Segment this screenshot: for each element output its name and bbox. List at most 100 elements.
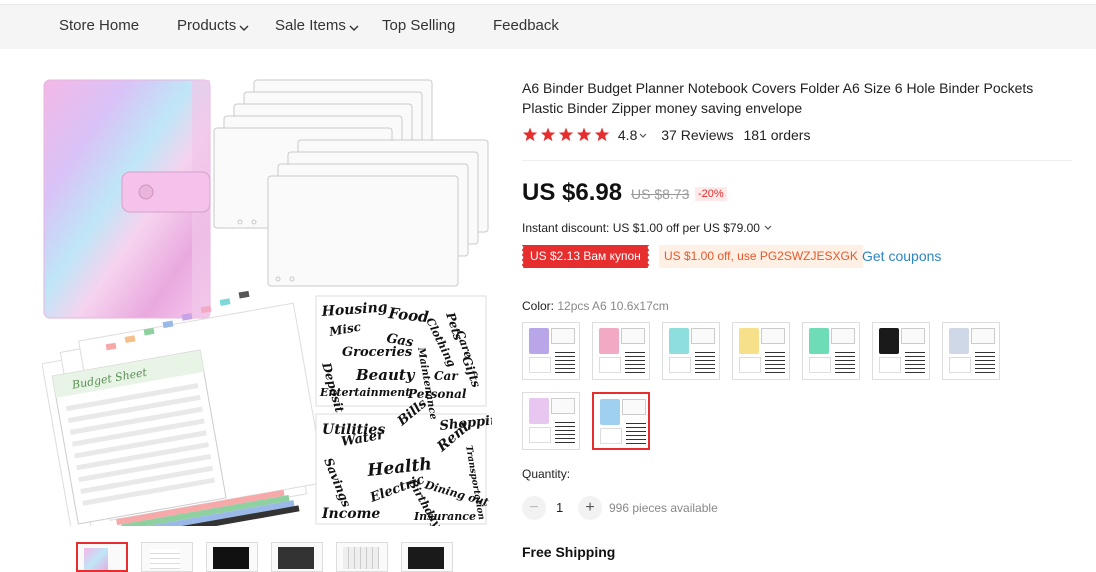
chevron-down-icon — [639, 133, 647, 138]
swatch-sheets — [600, 428, 622, 444]
nav-sale-items-label: Sale Items — [275, 17, 346, 34]
budget-sheets-illustration: Budget Sheet — [42, 290, 326, 526]
chevron-down-icon — [764, 225, 772, 230]
quantity-label: Quantity: — [522, 467, 571, 481]
swatch-stickers — [975, 349, 995, 375]
binder-illustration — [43, 79, 211, 319]
promo-code-coupon[interactable]: US $1.00 off, use PG2SWZJESXGK — [659, 245, 863, 268]
star-icon — [576, 127, 592, 142]
chevron-down-icon — [349, 25, 359, 31]
current-price: US $6.98 — [522, 179, 623, 206]
sticker-word: Groceries — [342, 345, 413, 360]
nav-products[interactable]: Products — [177, 17, 249, 34]
store-coupon[interactable]: US $2.13 Вам купон — [521, 245, 649, 268]
swatch-stickers — [625, 349, 645, 375]
star-icon — [558, 127, 574, 142]
thumbnail[interactable] — [206, 542, 258, 572]
swatch-binder — [949, 328, 969, 354]
swatch-sheets — [529, 427, 551, 443]
thumbnail[interactable] — [336, 542, 388, 572]
get-coupons-link[interactable]: Get coupons — [862, 248, 941, 264]
swatch-sheets — [669, 357, 691, 373]
swatch-pocket — [691, 328, 715, 344]
zipper-pockets-illustration — [213, 79, 489, 287]
color-label-text: Color: — [522, 299, 555, 313]
swatch-pocket — [551, 328, 575, 344]
swatch-binder — [739, 328, 759, 354]
quantity-decrease-button[interactable]: − — [522, 496, 546, 520]
swatch-binder — [529, 328, 549, 354]
quantity-increase-button[interactable]: + — [578, 496, 602, 520]
swatch-sheets — [809, 357, 831, 373]
instant-discount[interactable]: Instant discount: US $1.00 off per US $7… — [522, 221, 772, 235]
swatch-sheets — [949, 357, 971, 373]
swatch-stickers — [835, 349, 855, 375]
instant-discount-text: Instant discount: US $1.00 off per US $7… — [522, 221, 760, 235]
color-swatch-clear-blue[interactable] — [592, 392, 650, 450]
swatch-binder — [600, 399, 620, 425]
swatch-sheets — [599, 357, 621, 373]
swatch-pocket — [901, 328, 925, 344]
star-rating-icon — [522, 127, 610, 142]
swatch-stickers — [905, 349, 925, 375]
color-swatch-yellow[interactable] — [732, 322, 790, 380]
sticker-word: Beauty — [355, 366, 416, 384]
swatch-stickers — [626, 420, 646, 446]
chevron-down-icon — [239, 25, 249, 31]
swatch-stickers — [765, 349, 785, 375]
nav-top-selling-label: Top Selling — [382, 17, 456, 34]
swatch-binder — [879, 328, 899, 354]
product-main-image[interactable]: Budget Sheet Housing Food PetsCareClothing… — [42, 74, 492, 526]
nav-top-selling[interactable]: Top Selling — [382, 17, 455, 34]
swatch-binder — [809, 328, 829, 354]
color-swatch-holo-silver[interactable] — [942, 322, 1000, 380]
thumbnail[interactable] — [141, 542, 193, 572]
nav-feedback[interactable]: Feedback — [493, 17, 559, 34]
sticker-word: Car — [434, 369, 459, 383]
color-swatch-purple[interactable] — [522, 322, 580, 380]
color-swatch-green[interactable] — [802, 322, 860, 380]
swatch-sheets — [739, 357, 761, 373]
color-swatch-black[interactable] — [872, 322, 930, 380]
swatch-pocket — [621, 328, 645, 344]
color-swatch-cyan[interactable] — [662, 322, 720, 380]
thumbnail[interactable] — [271, 542, 323, 572]
category-stickers-illustration: Housing Food PetsCareClothingMiscGasGrocer… — [315, 295, 492, 526]
swatch-pocket — [831, 328, 855, 344]
nav-feedback-label: Feedback — [493, 17, 559, 34]
color-swatch-pink[interactable] — [592, 322, 650, 380]
section-divider — [522, 160, 1072, 161]
star-icon — [594, 127, 610, 142]
swatch-sheets — [529, 357, 551, 373]
nav-store-home-label: Store Home — [59, 17, 140, 34]
discount-badge: -20% — [695, 187, 727, 201]
rating-value[interactable]: 4.8 — [618, 127, 637, 143]
rating-row: 4.8 37 Reviews 181 orders — [522, 127, 810, 145]
swatch-pocket — [761, 328, 785, 344]
swatch-sheets — [879, 357, 901, 373]
star-icon — [522, 127, 538, 142]
quantity-value[interactable]: 1 — [556, 500, 563, 515]
stock-available: 996 pieces available — [609, 501, 718, 515]
thumbnail[interactable] — [401, 542, 453, 572]
store-nav: Store Home Products Sale Items Top Selli… — [0, 5, 1096, 49]
swatch-stickers — [555, 419, 575, 445]
reviews-link[interactable]: 37 Reviews — [661, 127, 733, 143]
sticker-word: Income — [321, 506, 380, 522]
nav-store-home[interactable]: Store Home — [59, 17, 139, 34]
swatch-stickers — [695, 349, 715, 375]
nav-sale-items[interactable]: Sale Items — [275, 17, 359, 34]
swatch-stickers — [555, 349, 575, 375]
orders-count: 181 orders — [743, 127, 811, 143]
shipping-info: Free Shipping — [522, 544, 616, 560]
color-label: Color: 12pcs A6 10.6x17cm — [522, 299, 669, 313]
thumbnail[interactable] — [76, 542, 128, 572]
star-icon — [540, 127, 556, 142]
sticker-word: Insurance — [413, 510, 476, 523]
color-value: 12pcs A6 10.6x17cm — [557, 299, 669, 313]
swatch-pocket — [622, 399, 646, 415]
swatch-binder — [669, 328, 689, 354]
product-title: A6 Binder Budget Planner Notebook Covers… — [522, 80, 1034, 116]
color-swatch-holo-pink[interactable] — [522, 392, 580, 450]
nav-products-label: Products — [177, 17, 237, 34]
